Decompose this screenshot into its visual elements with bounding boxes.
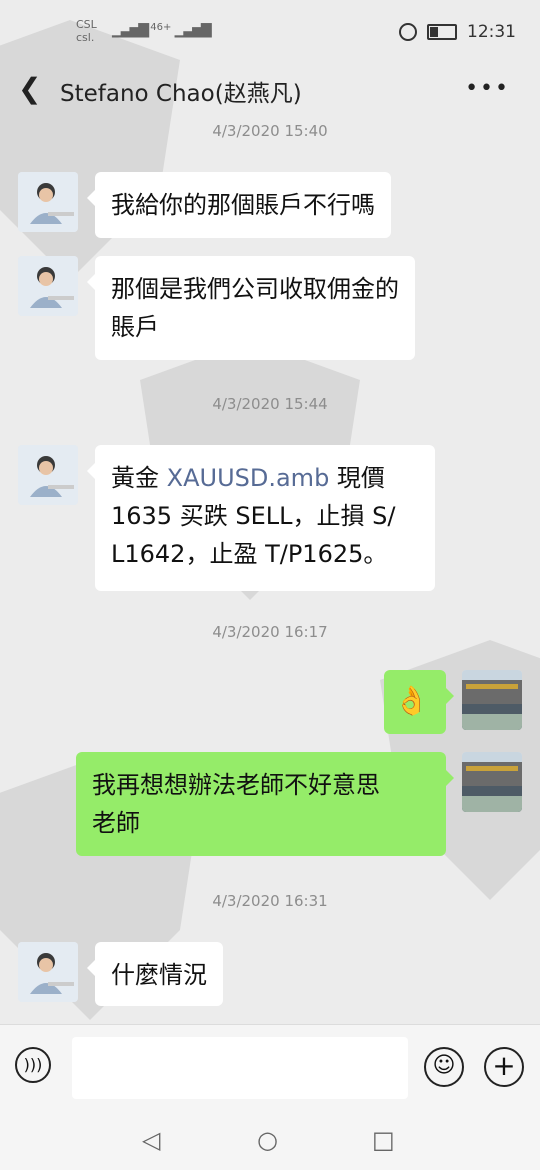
- system-nav-bar: ◁ ○ □: [0, 1112, 540, 1170]
- avatar[interactable]: [18, 942, 78, 1002]
- message-text: 那個是我們公司收取佣金的: [111, 275, 399, 303]
- message-bubble[interactable]: 我再想想辦法老師不好意思 老師: [76, 752, 454, 856]
- more-options-icon[interactable]: •••: [465, 76, 510, 101]
- carrier-label: CSL csl.: [76, 18, 97, 44]
- carrier-top: CSL: [76, 18, 97, 31]
- message-input[interactable]: [72, 1037, 408, 1099]
- recents-nav-icon[interactable]: □: [372, 1126, 395, 1154]
- sticker-bubble[interactable]: 👌: [384, 670, 454, 734]
- avatar[interactable]: [18, 256, 78, 316]
- timestamp: 4/3/2020 16:17: [212, 623, 328, 641]
- message-text: 我再想想辦法老師不好意思: [92, 771, 380, 799]
- emoji-icon[interactable]: ☺: [424, 1047, 464, 1087]
- message-bubble[interactable]: 那個是我們公司收取佣金的 賬戶: [87, 256, 415, 360]
- status-bar: CSL csl. ▁▃▅▇ 46+ ▁▃▅▇ 12:31: [0, 0, 540, 62]
- avatar[interactable]: [18, 172, 78, 232]
- self-avatar[interactable]: [462, 670, 522, 730]
- message-text: 賬戶: [111, 313, 159, 341]
- avatar[interactable]: [18, 445, 78, 505]
- carrier-bottom: csl.: [76, 31, 95, 44]
- input-bar: ))) ☺ +: [0, 1024, 540, 1113]
- message-text: 老師: [92, 809, 140, 837]
- battery-icon: [427, 24, 457, 40]
- signal-label: 46+: [150, 22, 172, 33]
- message-text-part: 黃金: [111, 464, 167, 492]
- clock: 12:31: [467, 22, 516, 42]
- message-bubble[interactable]: 我給你的那個賬戶不行嗎: [87, 172, 391, 238]
- message-bubble[interactable]: 黃金 XAUUSD.amb 現價 1635 买跌 SELL，止損 S/ L164…: [87, 445, 435, 591]
- message-text: 1635 买跌 SELL，止損 S/: [111, 502, 396, 530]
- alarm-icon: [399, 23, 417, 41]
- message-text-part: 現價: [329, 464, 385, 492]
- message-text: 我給你的那個賬戶不行嗎: [111, 191, 375, 219]
- message-bubble[interactable]: 什麼情況: [87, 942, 223, 1006]
- home-nav-icon[interactable]: ○: [257, 1126, 278, 1154]
- message-text: 黃金 XAUUSD.amb 現價: [111, 459, 419, 497]
- plus-icon[interactable]: +: [484, 1047, 524, 1087]
- message-text: L1642，止盈 T/P1625。: [111, 540, 388, 568]
- timestamp: 4/3/2020 15:40: [212, 122, 328, 140]
- back-icon[interactable]: ❮: [18, 74, 41, 104]
- chat-title: Stefano Chao(赵燕凡): [60, 81, 302, 107]
- timestamp: 4/3/2020 15:44: [212, 395, 328, 413]
- message-text: 什麼情況: [111, 961, 207, 989]
- back-nav-icon[interactable]: ◁: [142, 1126, 160, 1154]
- self-avatar[interactable]: [462, 752, 522, 812]
- ok-hand-icon: 👌: [394, 684, 429, 717]
- voice-icon[interactable]: ))): [15, 1047, 51, 1083]
- chat-header: ❮ Stefano Chao(赵燕凡) •••: [0, 62, 540, 118]
- signal-icon: ▁▃▅▇ 46+ ▁▃▅▇: [112, 22, 212, 38]
- symbol-link[interactable]: XAUUSD.amb: [167, 464, 330, 492]
- timestamp: 4/3/2020 16:31: [212, 892, 328, 910]
